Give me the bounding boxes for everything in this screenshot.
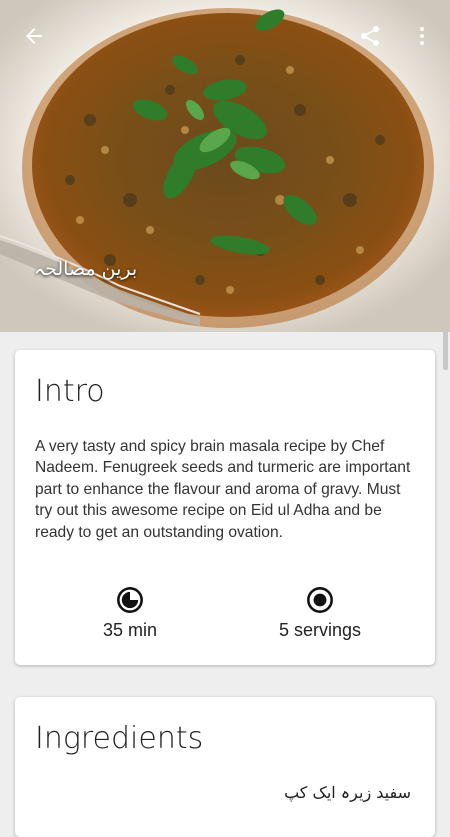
ingredients-title: Ingredients: [35, 721, 204, 756]
intro-description: A very tasty and spicy brain masala reci…: [35, 438, 411, 541]
share-icon: [361, 26, 379, 46]
servings: 5 servings: [240, 586, 400, 641]
cook-time: 35 min: [50, 586, 210, 641]
clock-icon: [117, 587, 143, 613]
more-vert-icon: [420, 27, 424, 45]
more-options-button[interactable]: [404, 18, 440, 54]
cook-time-label: 35 min: [102, 620, 158, 640]
recipe-image-caption: برین مصالحہ: [34, 258, 138, 280]
intro-title: Intro: [35, 374, 105, 409]
scrollbar[interactable]: [443, 330, 448, 370]
ingredient-item: سفید زیرہ ایک کپ: [284, 783, 411, 802]
arrow-back-icon: [26, 28, 42, 44]
ingredients-card: Ingredients سفید زیرہ ایک کپ: [15, 697, 435, 837]
recipe-hero-image: برین مصالحہ: [0, 0, 450, 332]
share-button[interactable]: [352, 18, 388, 54]
back-button[interactable]: [16, 18, 52, 54]
intro-card: Intro A very tasty and spicy brain masal…: [15, 350, 435, 665]
servings-icon: [307, 587, 333, 613]
servings-label: 5 servings: [278, 620, 362, 640]
